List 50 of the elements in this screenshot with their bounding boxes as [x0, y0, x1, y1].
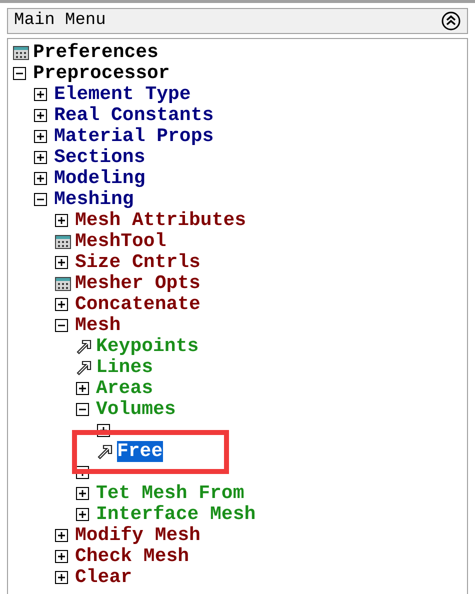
tree-item[interactable]: Preprocessor	[33, 63, 170, 84]
tree-item[interactable]: Clear	[75, 567, 132, 588]
dialog-icon[interactable]	[13, 46, 29, 60]
expand-icon[interactable]	[76, 487, 89, 500]
expand-icon[interactable]	[55, 550, 68, 563]
expand-icon[interactable]	[34, 109, 47, 122]
tree-item[interactable]: Keypoints	[96, 336, 199, 357]
expand-icon[interactable]	[34, 130, 47, 143]
arrow-icon[interactable]	[76, 360, 92, 376]
expand-icon[interactable]	[34, 88, 47, 101]
collapse-icon[interactable]	[34, 193, 47, 206]
panel-title: Main Menu	[14, 10, 106, 32]
tree-item[interactable]: Meshing	[54, 189, 134, 210]
collapse-icon[interactable]	[13, 67, 26, 80]
tree-item[interactable]: Free	[117, 441, 163, 462]
tree-item[interactable]: Modify Mesh	[75, 525, 200, 546]
tree-item[interactable]: Element Type	[54, 84, 191, 105]
arrow-icon[interactable]	[97, 444, 113, 460]
tree-item[interactable]: Real Constants	[54, 105, 214, 126]
dialog-icon[interactable]	[55, 276, 71, 290]
expand-icon[interactable]	[55, 298, 68, 311]
tree-item[interactable]: Material Props	[54, 126, 214, 147]
expand-icon[interactable]	[34, 172, 47, 185]
expand-icon[interactable]	[55, 214, 68, 227]
tree-item[interactable]: Lines	[96, 357, 154, 378]
tree-item[interactable]: Volumes	[96, 399, 176, 420]
tree-item[interactable]: Mesh Attributes	[75, 210, 246, 231]
expand-icon[interactable]	[55, 571, 68, 584]
tree-item[interactable]: Preferences	[33, 42, 158, 63]
expand-icon[interactable]	[55, 256, 68, 269]
tree-item[interactable]: Size Cntrls	[75, 252, 200, 273]
expand-icon[interactable]	[76, 382, 89, 395]
arrow-icon[interactable]	[76, 338, 92, 354]
tree-item[interactable]: Mesh	[75, 315, 121, 336]
tree-item[interactable]: Check Mesh	[75, 546, 190, 567]
tree-item[interactable]: Sections	[54, 147, 146, 168]
tree-item[interactable]: Concatenate	[75, 294, 200, 315]
expand-icon[interactable]	[34, 151, 47, 164]
expand-icon[interactable]	[76, 508, 89, 521]
dialog-icon[interactable]	[55, 234, 71, 248]
tree-item[interactable]: Areas	[96, 378, 154, 399]
collapse-icon[interactable]	[441, 11, 461, 31]
tree-item[interactable]: MeshTool	[75, 231, 166, 252]
tree-item[interactable]: Interface Mesh	[96, 504, 256, 525]
tree-item[interactable]: Tet Mesh From	[96, 483, 244, 504]
expand-icon[interactable]	[55, 529, 68, 542]
collapse-icon[interactable]	[55, 319, 68, 332]
tree-item[interactable]: Mesher Opts	[75, 273, 200, 294]
tree-item[interactable]: Modeling	[54, 168, 146, 189]
collapse-icon[interactable]	[76, 403, 89, 416]
